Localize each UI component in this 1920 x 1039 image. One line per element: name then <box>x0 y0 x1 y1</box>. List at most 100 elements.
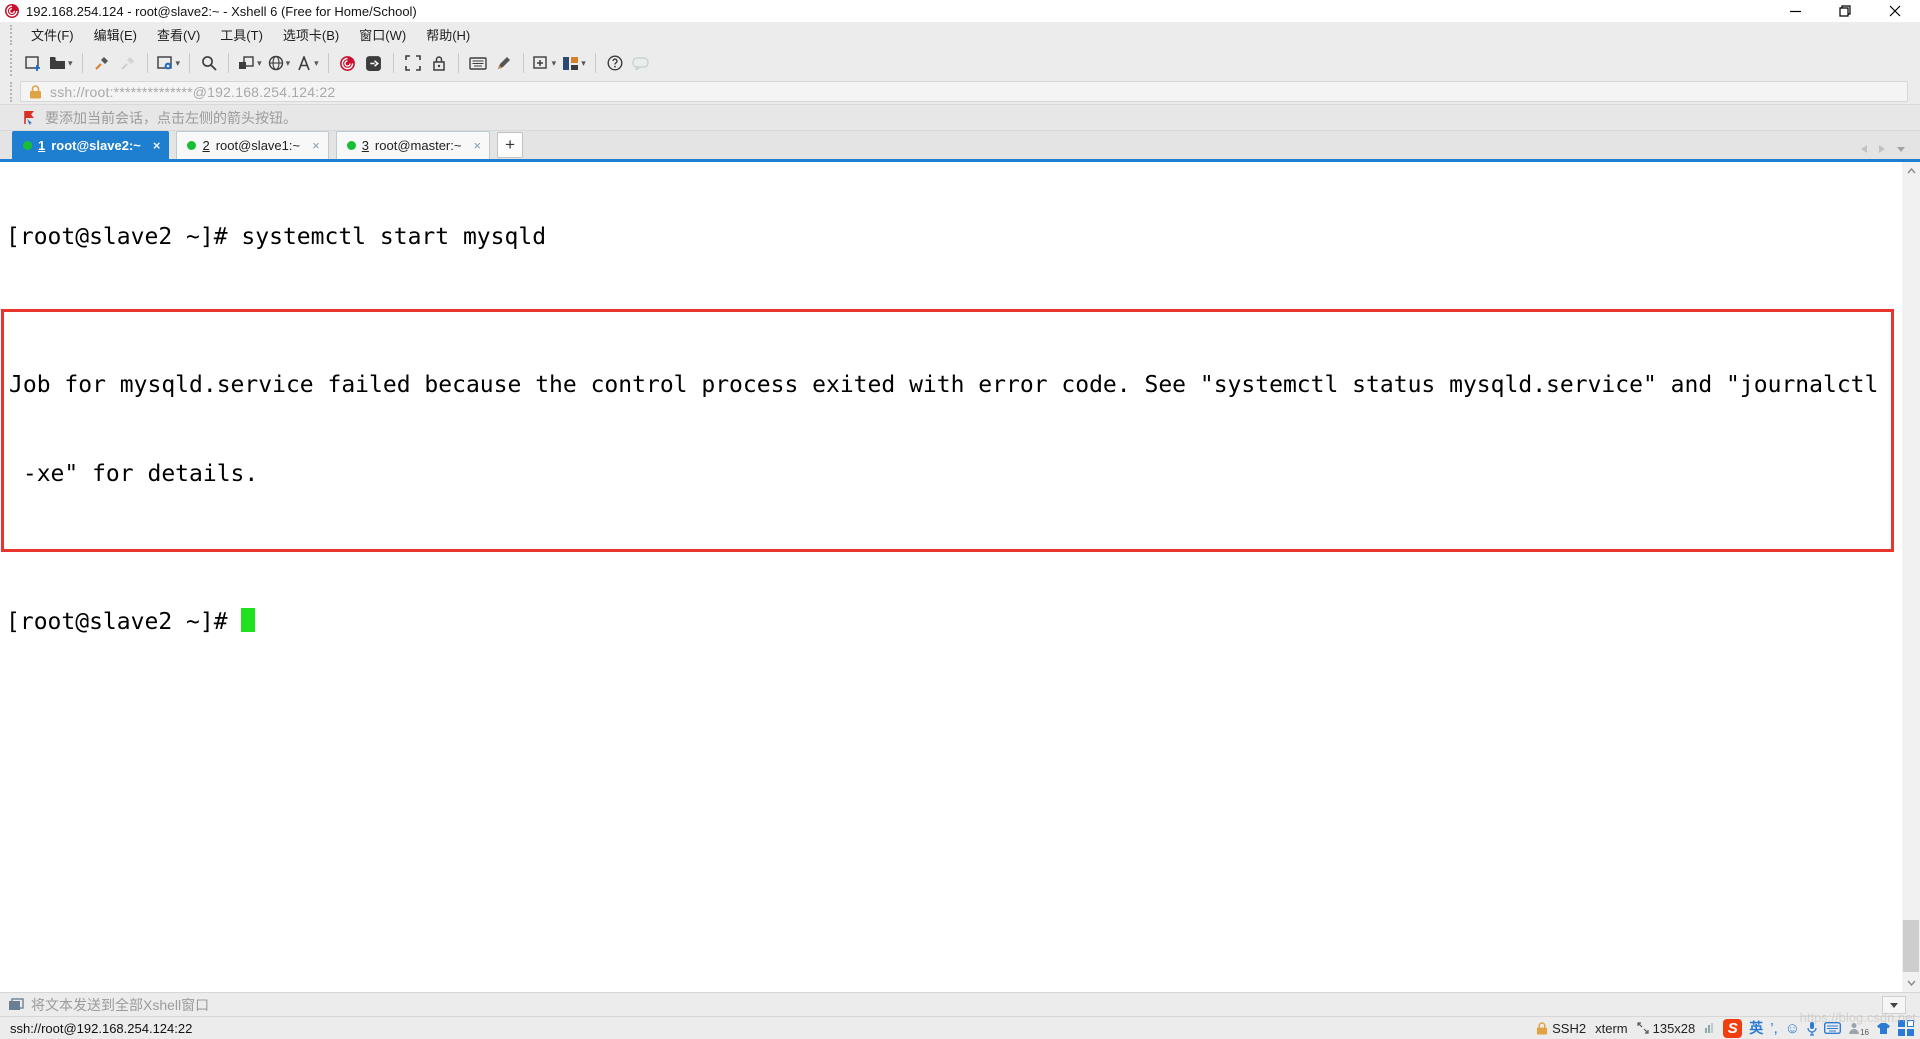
tab-close-icon[interactable]: × <box>153 139 161 152</box>
toolbar-separator <box>595 53 596 73</box>
address-row: ssh://root:**************@192.168.254.12… <box>0 79 1920 104</box>
chevron-down-icon: ▾ <box>581 59 586 68</box>
globe-icon <box>268 55 284 71</box>
connect-plug-icon <box>94 55 110 71</box>
toolbar-separator <box>393 53 394 73</box>
fullscreen-button[interactable] <box>400 50 426 76</box>
find-button[interactable] <box>196 50 222 76</box>
resize-icon <box>1637 1022 1649 1034</box>
ime-badge: 16 <box>1860 1028 1869 1037</box>
chat-bubble-icon <box>632 57 649 70</box>
fullscreen-icon <box>405 55 421 71</box>
minimize-button[interactable] <box>1770 0 1820 22</box>
terminal-line: -xe" for details. <box>9 460 1891 490</box>
tab-root-master[interactable]: 3 root@master:~ × <box>336 131 490 159</box>
tab-close-icon[interactable]: × <box>312 139 320 152</box>
multi-window-icon <box>8 998 24 1011</box>
connected-dot-icon <box>23 141 32 150</box>
ime-skin-icon[interactable] <box>1876 1022 1891 1035</box>
connection-url: ssh://root:**************@192.168.254.12… <box>50 84 335 100</box>
status-bar: ssh://root@192.168.254.124:22 https://bl… <box>0 1016 1920 1039</box>
secure-lock-icon <box>29 85 42 99</box>
ime-punctuation-toggle[interactable]: ’, <box>1770 1020 1778 1037</box>
scroll-down-button[interactable] <box>1902 974 1920 992</box>
compose-pane-icon <box>238 56 255 71</box>
chevron-down-icon <box>1890 1003 1898 1008</box>
proxy-button[interactable]: ▾ <box>265 50 294 76</box>
new-session-button[interactable] <box>20 50 46 76</box>
ime-language-toggle[interactable]: 英 <box>1749 1018 1763 1038</box>
menu-edit[interactable]: 编辑(E) <box>85 22 146 47</box>
ime-toolbox-icon[interactable]: 16 <box>1848 1020 1869 1037</box>
font-button[interactable]: ▾ <box>293 50 322 76</box>
menu-help[interactable]: 帮助(H) <box>417 22 479 47</box>
menu-file[interactable]: 文件(F) <box>22 22 83 47</box>
tab-list-dropdown-icon[interactable] <box>1896 146 1906 153</box>
toolbar-drag-handle[interactable] <box>10 50 14 76</box>
terminal-size-label: 135x28 <box>1653 1021 1696 1036</box>
menu-drag-handle[interactable] <box>10 25 14 45</box>
feedback-button[interactable] <box>628 50 654 76</box>
flag-icon <box>22 110 37 125</box>
highlight-pen-button[interactable] <box>491 50 517 76</box>
tab-bar: 1 root@slave2:~ × 2 root@slave1:~ × 3 ro… <box>0 131 1920 162</box>
virtual-keyboard-button[interactable] <box>465 50 491 76</box>
tab-root-slave2[interactable]: 1 root@slave2:~ × <box>12 131 169 159</box>
status-connection-url: ssh://root@192.168.254.124:22 <box>10 1021 192 1036</box>
chevron-down-icon: ▾ <box>286 59 291 68</box>
send-bar-dropdown-button[interactable] <box>1882 996 1906 1014</box>
help-button[interactable] <box>602 50 628 76</box>
scrollbar-thumb[interactable] <box>1903 920 1919 972</box>
ime-emoji-icon[interactable]: ☺ <box>1785 1020 1800 1037</box>
disconnect-button[interactable] <box>115 50 141 76</box>
toolbar-separator <box>189 53 190 73</box>
xshell-logo-icon <box>4 3 20 19</box>
tab-label: root@slave2:~ <box>51 138 141 153</box>
window-controls <box>1770 0 1920 22</box>
ime-keyboard-icon[interactable] <box>1824 1022 1841 1034</box>
lock-screen-button[interactable] <box>426 50 452 76</box>
tab-close-icon[interactable]: × <box>473 139 481 152</box>
toolbar-separator <box>82 53 83 73</box>
ime-mic-icon[interactable] <box>1807 1021 1817 1036</box>
terminal-scrollbar[interactable] <box>1902 162 1920 992</box>
restore-button[interactable] <box>1820 0 1870 22</box>
terminal-screen[interactable]: [root@slave2 ~]# systemctl start mysqld … <box>0 162 1920 992</box>
toolbar-separator <box>228 53 229 73</box>
menu-window[interactable]: 窗口(W) <box>350 22 415 47</box>
ime-menu-grid-icon[interactable] <box>1898 1020 1914 1036</box>
address-input[interactable]: ssh://root:**************@192.168.254.12… <box>20 81 1908 102</box>
tab-label: root@slave1:~ <box>216 138 300 153</box>
session-properties-button[interactable]: ▾ <box>154 50 184 76</box>
new-tab-button[interactable]: + <box>497 132 523 158</box>
connect-button[interactable] <box>89 50 115 76</box>
open-session-button[interactable]: ▾ <box>46 50 76 76</box>
tab-label: root@master:~ <box>375 138 462 153</box>
xshell-launcher-button[interactable] <box>335 50 361 76</box>
compose-pane-button[interactable]: ▾ <box>235 50 265 76</box>
error-highlight-box: Job for mysqld.service failed because th… <box>1 309 1894 552</box>
sogou-logo-icon[interactable]: S <box>1723 1019 1742 1038</box>
address-drag-handle[interactable] <box>10 82 14 102</box>
restore-icon <box>1839 5 1851 17</box>
tile-windows-icon <box>562 56 579 71</box>
connected-dot-icon <box>187 141 196 150</box>
tab-scroll-left-icon[interactable] <box>1860 144 1868 154</box>
scroll-up-button[interactable] <box>1902 162 1920 180</box>
ssh-lock-icon <box>1536 1022 1548 1035</box>
arrange-windows-button[interactable]: ▾ <box>559 50 589 76</box>
send-all-label[interactable]: 将文本发送到全部Xshell窗口 <box>31 995 209 1015</box>
menu-tab[interactable]: 选项卡(B) <box>274 22 348 47</box>
close-button[interactable] <box>1870 0 1920 22</box>
menu-tools[interactable]: 工具(T) <box>211 22 272 47</box>
menu-view[interactable]: 查看(V) <box>148 22 209 47</box>
new-terminal-window-button[interactable]: ▾ <box>530 50 560 76</box>
terminal-line: Job for mysqld.service failed because th… <box>9 371 1891 401</box>
xftp-launcher-button[interactable] <box>361 50 387 76</box>
toolbar-separator <box>523 53 524 73</box>
tab-number: 1 <box>38 138 45 153</box>
tab-root-slave1[interactable]: 2 root@slave1:~ × <box>176 131 328 159</box>
terminal-output: [root@slave2 ~]# systemctl start mysqld … <box>6 164 1902 697</box>
tab-scroll-right-icon[interactable] <box>1878 144 1886 154</box>
status-indicator-icon <box>1704 1022 1714 1034</box>
